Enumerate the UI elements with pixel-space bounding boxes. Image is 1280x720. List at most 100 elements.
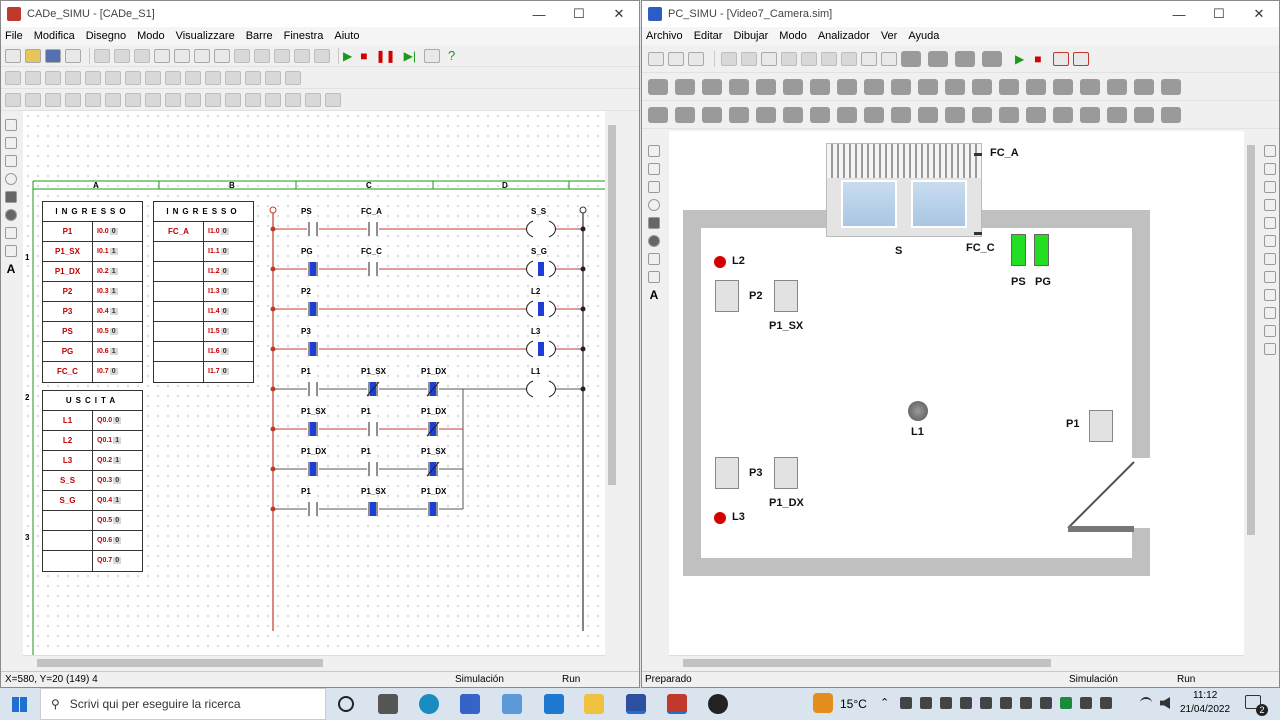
left-vscroll-thumb[interactable] (608, 125, 616, 485)
simulation-canvas[interactable]: FC_A FC_C S PS PG L2 P2 P1_SX L1 P1 P3 P… (669, 131, 1244, 655)
component-icon[interactable] (1026, 78, 1046, 95)
component-icon[interactable] (810, 78, 830, 95)
redo-icon[interactable] (801, 51, 817, 66)
undo-icon[interactable] (781, 51, 797, 66)
circle-tool-icon[interactable] (648, 199, 660, 211)
component-icon[interactable] (25, 92, 41, 107)
right-vscroll-thumb[interactable] (1247, 145, 1255, 535)
component-icon[interactable] (5, 92, 21, 107)
component-icon[interactable] (225, 70, 241, 85)
file-explorer-icon[interactable] (584, 694, 604, 714)
component-icon[interactable] (783, 78, 803, 95)
side-tool-icon[interactable] (1264, 199, 1276, 211)
component-icon[interactable] (5, 70, 21, 85)
monitor-icon[interactable] (881, 51, 897, 66)
filled-rect-tool-icon[interactable] (648, 217, 660, 229)
help-icon[interactable]: ? (448, 48, 455, 63)
maximize-icon[interactable]: ☐ (559, 6, 599, 22)
shape-icon[interactable] (955, 50, 975, 67)
open-folder-icon[interactable] (668, 51, 684, 66)
component-icon[interactable] (648, 106, 668, 123)
clock-time[interactable]: 11:12 (1193, 690, 1217, 701)
tray-icon[interactable] (1060, 697, 1072, 709)
menu-finestra[interactable]: Finestra (284, 30, 324, 42)
pencil-tool-icon[interactable] (5, 245, 17, 257)
left-hscroll-thumb[interactable] (37, 659, 323, 667)
menu-ayuda[interactable]: Ayuda (908, 30, 939, 42)
component-icon[interactable] (45, 92, 61, 107)
component-icon[interactable] (25, 70, 41, 85)
component-icon[interactable] (125, 92, 141, 107)
text-tool-icon[interactable]: A (648, 289, 660, 301)
component-icon[interactable] (65, 92, 81, 107)
side-tool-icon[interactable] (1264, 163, 1276, 175)
maximize-icon[interactable]: ☐ (1199, 6, 1239, 22)
circle-tool-icon[interactable] (5, 173, 17, 185)
component-icon[interactable] (891, 106, 911, 123)
tray-icon[interactable] (920, 697, 932, 709)
component-icon[interactable] (1134, 78, 1154, 95)
side-tool-icon[interactable] (1264, 289, 1276, 301)
component-icon[interactable] (1107, 106, 1127, 123)
tray-icon[interactable] (1000, 697, 1012, 709)
component-icon[interactable] (675, 78, 695, 95)
left-vertical-scrollbar[interactable] (605, 111, 619, 655)
component-icon[interactable] (729, 106, 749, 123)
component-icon[interactable] (864, 106, 884, 123)
shape-icon[interactable] (928, 50, 948, 67)
tray-icon[interactable] (1040, 697, 1052, 709)
obs-icon[interactable] (708, 694, 728, 714)
tray-icon[interactable] (940, 697, 952, 709)
p1-dx-switch[interactable] (774, 457, 798, 489)
mail-icon[interactable] (502, 694, 522, 714)
menu-modo[interactable]: Modo (137, 30, 165, 42)
draw-tool-3-icon[interactable] (314, 48, 330, 63)
weather-icon[interactable] (813, 693, 833, 713)
menu-modifica[interactable]: Modifica (34, 30, 75, 42)
edge-icon[interactable] (419, 694, 439, 714)
rectangle-tool-icon[interactable] (648, 181, 660, 193)
pg-button[interactable] (1034, 234, 1049, 266)
volume-icon[interactable] (1160, 697, 1170, 709)
left-horizontal-scrollbar[interactable] (23, 655, 605, 669)
filled-ellipse-tool-icon[interactable] (5, 209, 17, 221)
side-tool-icon[interactable] (1264, 325, 1276, 337)
zoom-window-icon[interactable] (194, 48, 210, 63)
component-icon[interactable] (285, 70, 301, 85)
mail-app-icon[interactable] (544, 694, 564, 714)
print-icon[interactable] (65, 48, 81, 63)
tray-icon[interactable] (980, 697, 992, 709)
stop-icon[interactable]: ■ (360, 49, 367, 63)
tray-icon[interactable] (960, 697, 972, 709)
component-icon[interactable] (783, 106, 803, 123)
copy-icon[interactable] (741, 51, 757, 66)
weather-temp[interactable]: 15°C (840, 697, 867, 711)
paste-icon[interactable] (134, 48, 150, 63)
minimize-icon[interactable]: — (1159, 7, 1199, 22)
component-icon[interactable] (205, 92, 221, 107)
cortana-icon[interactable] (338, 696, 354, 712)
menu-dibujar[interactable]: Dibujar (733, 30, 768, 42)
tray-icon[interactable] (1080, 697, 1092, 709)
component-icon[interactable] (205, 70, 221, 85)
clock-date[interactable]: 21/04/2022 (1180, 704, 1230, 715)
component-icon[interactable] (972, 106, 992, 123)
pause-icon[interactable]: ❚❚ (375, 49, 395, 63)
shape-icon[interactable] (982, 50, 1002, 67)
rectangle-tool-icon[interactable] (5, 155, 17, 167)
menu-aiuto[interactable]: Aiuto (334, 30, 359, 42)
properties-icon[interactable] (841, 51, 857, 66)
component-icon[interactable] (125, 70, 141, 85)
pencil-icon[interactable] (861, 51, 877, 66)
line-tool-icon[interactable] (5, 137, 17, 149)
ps-button[interactable] (1011, 234, 1026, 266)
component-icon[interactable] (265, 92, 281, 107)
component-icon[interactable] (1053, 106, 1073, 123)
side-tool-icon[interactable] (1264, 271, 1276, 283)
component-icon[interactable] (1161, 78, 1181, 95)
component-icon[interactable] (648, 78, 668, 95)
component-icon[interactable] (285, 92, 301, 107)
right-horizontal-scrollbar[interactable] (669, 655, 1244, 669)
delete-icon[interactable] (821, 51, 837, 66)
side-tool-icon[interactable] (1264, 253, 1276, 265)
